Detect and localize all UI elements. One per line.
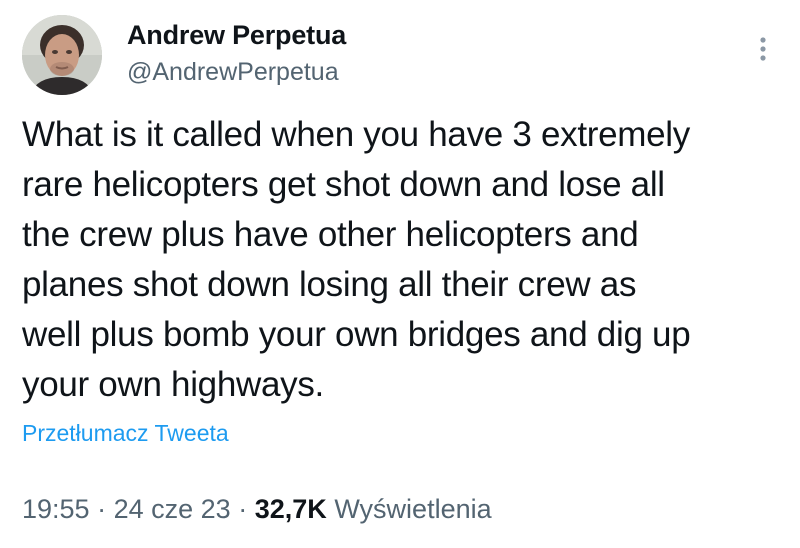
meta-separator: · xyxy=(97,494,107,524)
translate-tweet-link[interactable]: Przetłumacz Tweeta xyxy=(22,420,229,447)
meta-separator: · xyxy=(238,494,248,524)
views-label: Wyświetlenia xyxy=(334,494,492,524)
avatar-image xyxy=(22,15,102,95)
tweet-time[interactable]: 19:55 xyxy=(22,494,90,524)
author-name[interactable]: Andrew Perpetua xyxy=(127,20,346,51)
tweet-text: What is it called when you have 3 extrem… xyxy=(22,115,691,404)
more-vertical-icon xyxy=(760,37,766,61)
avatar[interactable] xyxy=(22,15,102,95)
more-options-button[interactable] xyxy=(748,28,778,68)
tweet-meta: 19:55 · 24 cze 23 · 32,7K Wyświetlenia xyxy=(22,494,492,525)
tweet-header: Andrew Perpetua @AndrewPerpetua xyxy=(22,14,782,98)
author-handle[interactable]: @AndrewPerpetua xyxy=(127,58,339,87)
tweet-date[interactable]: 24 cze 23 xyxy=(114,494,231,524)
views-count: 32,7K xyxy=(254,494,327,524)
